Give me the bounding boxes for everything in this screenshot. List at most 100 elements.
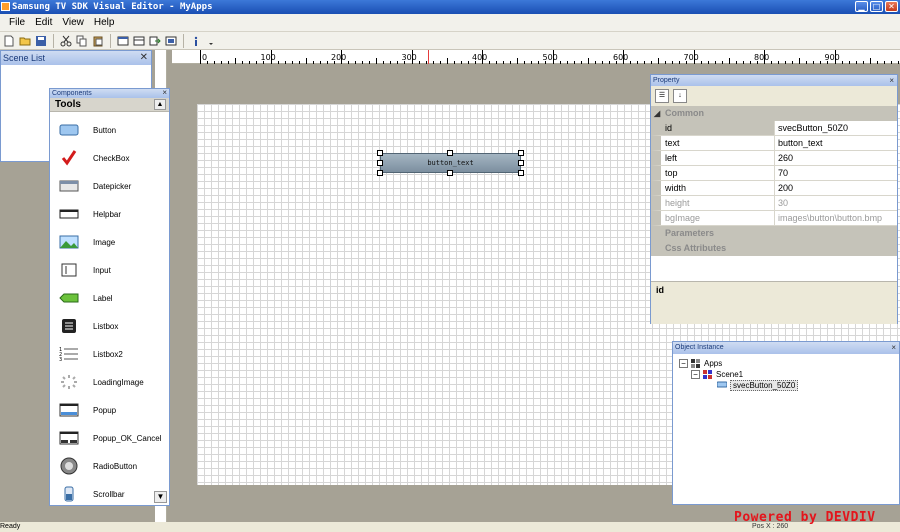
scrollbar-icon (58, 485, 80, 503)
property-row-id[interactable]: id svecButton_50Z0 (651, 121, 897, 136)
sort-alpha-icon[interactable]: ↓ (673, 89, 687, 103)
component-image[interactable]: Image (50, 228, 169, 256)
component-loadingimage[interactable]: LoadingImage (50, 368, 169, 396)
section-css-attributes[interactable]: Css Attributes (651, 241, 897, 256)
resize-handle[interactable] (377, 160, 383, 166)
ruler-minor-tick (658, 58, 660, 64)
component-listbox[interactable]: Listbox (50, 312, 169, 340)
save-icon[interactable] (34, 34, 48, 48)
property-value[interactable]: svecButton_50Z0 (775, 121, 897, 136)
tree-expander[interactable]: − (679, 358, 688, 368)
export-icon[interactable] (148, 34, 162, 48)
title-bar: Samsung TV SDK Visual Editor - MyApps ▁ … (0, 0, 900, 14)
components-close-icon[interactable]: × (162, 88, 167, 97)
ruler-minor-tick (813, 61, 815, 64)
open-folder-icon[interactable] (18, 34, 32, 48)
section-common[interactable]: ◢ Common (651, 106, 897, 121)
resize-handle[interactable] (377, 170, 383, 176)
component-label-item[interactable]: Label (50, 284, 169, 312)
ruler-minor-tick (376, 58, 378, 64)
ruler-minor-tick (883, 61, 885, 64)
window-icon[interactable] (132, 34, 146, 48)
menu-help[interactable]: Help (89, 14, 120, 31)
property-row-left[interactable]: left 260 (651, 151, 897, 166)
resize-handle[interactable] (377, 150, 383, 156)
property-value[interactable]: 260 (775, 151, 897, 166)
property-value[interactable]: 200 (775, 181, 897, 196)
object-instance-close-icon[interactable]: × (891, 342, 896, 354)
ruler-minor-tick (566, 61, 568, 64)
property-value[interactable]: button_text (775, 136, 897, 151)
new-file-icon[interactable] (2, 34, 16, 48)
ruler-minor-tick (707, 61, 709, 64)
component-label: Image (93, 237, 116, 247)
copy-icon[interactable] (75, 34, 89, 48)
layout-icon[interactable] (116, 34, 130, 48)
ruler-minor-tick (446, 58, 448, 64)
property-row-width[interactable]: width 200 (651, 181, 897, 196)
resize-handle[interactable] (447, 150, 453, 156)
property-title: Property (653, 77, 680, 84)
scene-list-close-icon[interactable]: ✕ (140, 51, 148, 65)
resize-handle[interactable] (447, 170, 453, 176)
component-label: LoadingImage (93, 377, 144, 387)
resize-handle[interactable] (518, 150, 524, 156)
property-toolbar: ☰ ↓ (651, 86, 897, 106)
property-row-text[interactable]: text button_text (651, 136, 897, 151)
paste-icon[interactable] (91, 34, 105, 48)
menu-edit[interactable]: Edit (30, 14, 57, 31)
component-scrollbar[interactable]: Scrollbar (50, 480, 169, 506)
tree-expander[interactable]: − (691, 369, 700, 379)
property-row-top[interactable]: top 70 (651, 166, 897, 181)
toolbar-separator (183, 33, 184, 48)
ruler-minor-tick (496, 61, 498, 64)
ruler-minor-tick (742, 61, 744, 64)
dropdown-arrow-icon[interactable] (205, 34, 219, 48)
categorized-icon[interactable]: ☰ (655, 89, 669, 103)
canvas-scroll-area (172, 485, 672, 522)
component-button[interactable]: Button (50, 116, 169, 144)
ruler-minor-tick (531, 61, 533, 64)
property-row-height: height 30 (651, 196, 897, 211)
component-helpbar[interactable]: Helpbar (50, 200, 169, 228)
cut-icon[interactable] (59, 34, 73, 48)
component-input[interactable]: Input (50, 256, 169, 284)
component-popup[interactable]: Popup (50, 396, 169, 424)
section-parameters[interactable]: Parameters (651, 226, 897, 241)
component-listbox2[interactable]: 123 Listbox2 (50, 340, 169, 368)
ruler-minor-tick (785, 61, 787, 64)
ruler-minor-tick (312, 61, 314, 64)
resize-handle[interactable] (518, 170, 524, 176)
ruler-minor-tick (876, 61, 878, 64)
ruler-minor-tick (467, 61, 469, 64)
ruler-minor-tick (418, 61, 420, 64)
minimize-button[interactable]: ▁ (855, 1, 868, 12)
property-close-icon[interactable]: × (889, 75, 894, 86)
property-key: top (651, 166, 775, 181)
maximize-button[interactable]: □ (870, 1, 883, 12)
tree-node-svecbutton[interactable]: svecButton_50Z0 (716, 379, 799, 391)
property-key: id (651, 121, 775, 136)
component-checkbox[interactable]: CheckBox (50, 144, 169, 172)
ruler-minor-tick (362, 61, 364, 64)
collapse-triangle-icon[interactable]: ◢ (654, 106, 660, 121)
preview-icon[interactable] (164, 34, 178, 48)
property-key: bgImage (651, 211, 775, 226)
info-icon[interactable] (189, 34, 203, 48)
ruler-minor-tick (503, 61, 505, 64)
component-datepicker[interactable]: Datepicker (50, 172, 169, 200)
component-radiobutton[interactable]: RadioButton (50, 452, 169, 480)
scroll-down-icon[interactable]: ▼ (154, 491, 167, 503)
component-popup-ok-cancel[interactable]: Popup_OK_Cancel (50, 424, 169, 452)
toolbar-separator (110, 33, 111, 48)
menu-view[interactable]: View (57, 14, 89, 31)
property-value[interactable]: 70 (775, 166, 897, 181)
resize-handle[interactable] (518, 160, 524, 166)
close-button[interactable]: ✕ (885, 1, 898, 12)
object-instance-title: Object Instance (675, 344, 724, 351)
toolbar-separator (53, 33, 54, 48)
tools-header[interactable]: Tools ▲ (50, 98, 169, 112)
collapse-up-icon[interactable]: ▲ (154, 99, 166, 110)
ruler-minor-tick (305, 58, 307, 64)
menu-file[interactable]: File (4, 14, 30, 31)
